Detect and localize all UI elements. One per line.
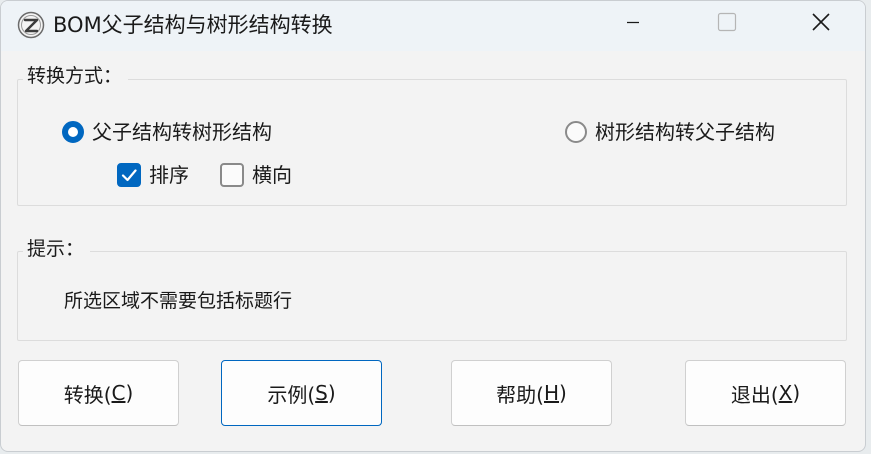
example-button-text: 示例( (267, 382, 316, 407)
example-button[interactable]: 示例(S) (221, 360, 382, 426)
sort-checkbox[interactable]: 排序 (117, 162, 189, 188)
minimize-icon (625, 14, 641, 34)
conversion-method-label: 转换方式： (23, 64, 129, 88)
hint-label: 提示： (23, 237, 91, 261)
horizontal-label: 横向 (252, 163, 292, 187)
convert-button-mnemonic: C (111, 381, 126, 405)
radio-parent-child-to-tree[interactable]: 父子结构转树形结构 (62, 119, 272, 145)
checkbox-unchecked-icon (220, 163, 244, 187)
maximize-button[interactable] (697, 1, 757, 47)
example-button-close: ) (327, 381, 336, 405)
exit-button-text: 退出( (730, 382, 779, 407)
convert-button-text: 转换( (63, 382, 112, 407)
example-button-mnemonic: S (315, 381, 328, 405)
hint-text: 所选区域不需要包括标题行 (64, 290, 293, 312)
help-button-close: ) (559, 381, 567, 405)
app-logo-icon (17, 11, 45, 39)
help-button-text: 帮助( (496, 382, 544, 407)
help-button[interactable]: 帮助(H) (451, 360, 612, 426)
window-title: BOM父子结构与树形结构转换 (53, 13, 333, 37)
radio-parent-child-to-tree-label: 父子结构转树形结构 (92, 120, 272, 144)
horizontal-checkbox[interactable]: 横向 (220, 162, 292, 188)
help-button-mnemonic: H (543, 381, 560, 405)
convert-button-close: ) (125, 381, 134, 405)
radio-unselected-icon (565, 121, 587, 143)
maximize-icon (717, 12, 737, 36)
close-icon (811, 12, 831, 36)
checkbox-checked-icon (117, 163, 141, 187)
radio-tree-to-parent-child[interactable]: 树形结构转父子结构 (565, 119, 775, 145)
sort-label: 排序 (149, 163, 189, 187)
convert-button[interactable]: 转换(C) (18, 360, 179, 426)
radio-tree-to-parent-child-label: 树形结构转父子结构 (595, 120, 775, 144)
exit-button-mnemonic: X (778, 381, 793, 405)
minimize-button[interactable] (603, 1, 663, 47)
close-button[interactable] (791, 1, 851, 47)
exit-button[interactable]: 退出(X) (685, 360, 846, 426)
dialog-window: BOM父子结构与树形结构转换 转换方式： 父子结构转树形结构 树形结构转父子结构… (0, 0, 866, 452)
radio-selected-icon (62, 121, 84, 143)
title-bar[interactable]: BOM父子结构与树形结构转换 (1, 1, 865, 51)
exit-button-close: ) (792, 381, 801, 405)
